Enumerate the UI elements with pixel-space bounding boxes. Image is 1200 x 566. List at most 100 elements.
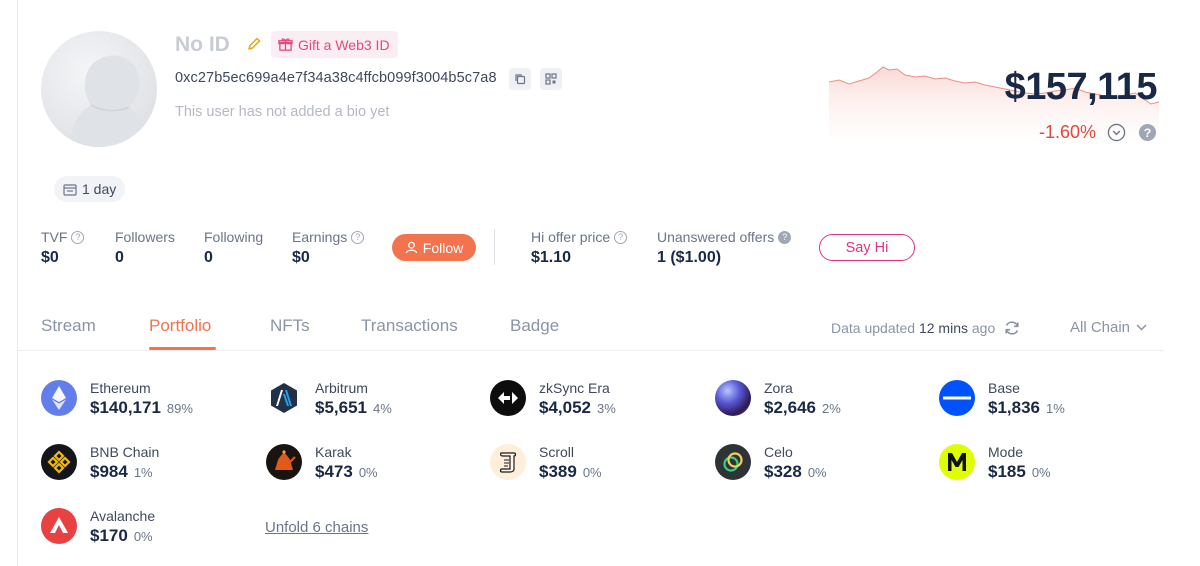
help-icon[interactable]: ? (614, 230, 628, 244)
hi-offer-label: Hi offer price (531, 229, 611, 245)
stat-unanswered-offers: Unanswered offers? 1 ($1.00) (657, 229, 792, 267)
balance-change: -1.60% (1039, 122, 1097, 142)
asset-name: Arbitrum (315, 380, 368, 396)
asset-name: Avalanche (90, 508, 156, 524)
left-border (17, 0, 18, 566)
data-updated-time: 12 mins (918, 320, 968, 336)
asset-name: Zora (764, 380, 793, 396)
gift-web3-id-button[interactable]: Gift a Web3 ID (271, 31, 398, 58)
tab-stream[interactable]: Stream (41, 316, 96, 336)
asset-value: $4,052 (539, 398, 591, 417)
tvf-value: $0 (41, 249, 59, 266)
followers-label: Followers (115, 229, 175, 245)
chain-filter-dropdown[interactable]: All Chain (1070, 319, 1147, 336)
follow-button[interactable]: Follow (392, 234, 476, 261)
account-age-badge: 1 day (54, 176, 126, 202)
ethereum-icon (41, 380, 77, 416)
asset-value: $389 (539, 462, 577, 481)
avatar (41, 31, 157, 147)
tab-transactions[interactable]: Transactions (361, 316, 458, 336)
tab-portfolio[interactable]: Portfolio (149, 316, 211, 336)
asset-percent: 0% (133, 529, 153, 544)
help-icon[interactable]: ? (71, 230, 85, 244)
chain-filter-label: All Chain (1070, 319, 1131, 336)
mode-icon (939, 444, 975, 480)
follow-label: Follow (422, 239, 464, 256)
divider (494, 229, 495, 265)
profile-name: No ID (175, 33, 230, 56)
unfold-chains-link[interactable]: Unfold 6 chains (265, 519, 368, 536)
total-balance: $157,115 (1004, 66, 1158, 108)
stat-following[interactable]: Following 0 (204, 229, 263, 267)
tab-badge[interactable]: Badge (510, 316, 559, 336)
zksync-icon (490, 380, 526, 416)
copy-address-button[interactable] (509, 68, 531, 90)
following-label: Following (204, 229, 264, 245)
arbitrum-icon (266, 380, 302, 416)
asset-name: Base (988, 380, 1020, 396)
asset-name: Karak (315, 444, 352, 460)
asset-value: $170 (90, 526, 128, 545)
stat-earnings: Earnings? $0 (292, 229, 365, 267)
asset-percent: 2% (822, 401, 841, 416)
data-updated-status: Data updated 12 mins ago (831, 320, 995, 336)
asset-value: $1,836 (988, 398, 1040, 417)
asset-value: $328 (764, 462, 802, 481)
say-hi-button[interactable]: Say Hi (819, 234, 915, 261)
wallet-address: 0xc27b5ec699a4e7f34a38c4ffcb099f3004b5c7… (175, 70, 497, 86)
zora-icon (715, 380, 751, 416)
calendar-icon (63, 183, 77, 196)
chevron-down-icon (1136, 324, 1147, 331)
svg-text:?: ? (1144, 126, 1152, 140)
asset-value: $984 (90, 462, 128, 481)
asset-value: $185 (988, 462, 1026, 481)
help-icon[interactable]: ? (778, 230, 792, 244)
asset-name: Ethereum (90, 380, 151, 396)
help-icon[interactable]: ? (351, 230, 365, 244)
avalanche-icon (41, 508, 77, 544)
base-icon (939, 380, 975, 416)
asset-percent: 0% (1031, 465, 1051, 480)
asset-percent: 89% (166, 401, 193, 416)
asset-percent: 0% (358, 465, 378, 480)
asset-name: Mode (988, 444, 1024, 460)
tab-nfts[interactable]: NFTs (270, 316, 310, 336)
qr-code-icon (545, 73, 557, 85)
following-value: 0 (204, 249, 213, 266)
asset-name: BNB Chain (90, 444, 160, 460)
asset-name: zkSync Era (539, 380, 610, 396)
edit-pencil-icon[interactable] (246, 36, 262, 52)
user-add-icon (405, 241, 418, 254)
account-age: 1 day (82, 181, 117, 197)
user-bio: This user has not added a bio yet (175, 104, 390, 120)
tabs-divider (18, 350, 1164, 351)
qr-code-button[interactable] (540, 68, 562, 90)
asset-name: Celo (764, 444, 793, 460)
asset-percent: 3% (597, 401, 616, 416)
asset-percent: 4% (373, 401, 392, 416)
scroll-icon (490, 444, 526, 480)
gift-icon (278, 38, 293, 51)
stat-tvf: TVF? $0 (41, 229, 85, 267)
hi-offer-value: $1.10 (531, 249, 572, 266)
unanswered-value: 1 ($1.00) (657, 249, 722, 266)
gift-label: Gift a Web3 ID (298, 36, 390, 53)
asset-percent: 0% (807, 465, 827, 480)
stat-followers[interactable]: Followers 0 (115, 229, 175, 267)
celo-icon (715, 444, 751, 480)
asset-value: $2,646 (764, 398, 816, 417)
earnings-label: Earnings (292, 229, 348, 245)
asset-value: $5,651 (315, 398, 367, 417)
asset-percent: 0% (582, 465, 602, 480)
earnings-value: $0 (292, 249, 310, 266)
help-icon[interactable]: ? (1138, 123, 1157, 142)
unanswered-label: Unanswered offers (657, 229, 775, 245)
asset-name: Scroll (539, 444, 575, 460)
bnb-icon (41, 444, 77, 480)
copy-icon (515, 74, 526, 85)
stat-hi-offer: Hi offer price? $1.10 (531, 229, 628, 267)
data-updated-prefix: Data updated (831, 320, 919, 336)
refresh-icon[interactable] (1003, 319, 1021, 337)
followers-value: 0 (115, 249, 124, 266)
chevron-down-circle-icon[interactable] (1107, 123, 1126, 142)
